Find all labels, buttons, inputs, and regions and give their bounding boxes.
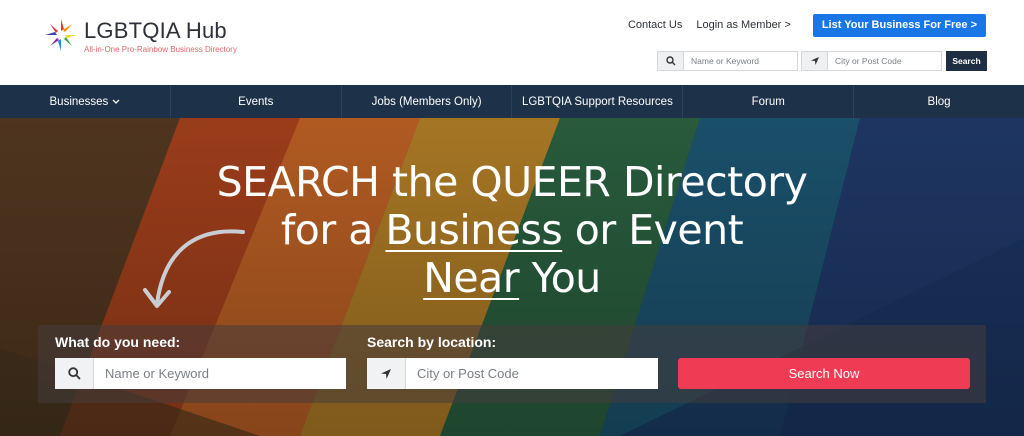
search-icon	[55, 358, 94, 389]
hero-line-2-pre: for a	[280, 206, 386, 254]
nav-businesses-label: Businesses	[49, 95, 109, 108]
header-search: Name or Keyword City or Post Code Search	[657, 51, 987, 71]
logo-tagline: All-in-One Pro-Rainbow Business Director…	[84, 45, 237, 54]
location-arrow-icon	[801, 51, 828, 71]
keyword-field: Name or Keyword	[55, 358, 346, 389]
list-business-button[interactable]: List Your Business For Free >	[812, 13, 986, 37]
header-keyword-input[interactable]: Name or Keyword	[684, 51, 798, 71]
hero-search-panel: What do you need: Search by location: Na…	[38, 325, 986, 403]
curved-arrow-icon	[143, 229, 245, 308]
site-logo[interactable]: LGBTQIA Hub All-in-One Pro-Rainbow Busin…	[44, 16, 254, 56]
nav-jobs[interactable]: Jobs (Members Only)	[342, 85, 513, 118]
what-label: What do you need:	[55, 334, 181, 350]
header-location-input[interactable]: City or Post Code	[828, 51, 942, 71]
location-label: Search by location:	[367, 334, 497, 350]
nav-events[interactable]: Events	[171, 85, 342, 118]
main-nav: Businesses Events Jobs (Members Only) LG…	[0, 85, 1024, 118]
header-search-button[interactable]: Search	[946, 51, 987, 71]
location-input[interactable]: City or Post Code	[406, 358, 658, 389]
hero-line-2-post: or Event	[562, 206, 744, 254]
search-icon	[657, 51, 684, 71]
keyword-input[interactable]: Name or Keyword	[94, 358, 346, 389]
nav-support-resources[interactable]: LGBTQIA Support Resources	[512, 85, 684, 118]
location-field: City or Post Code	[367, 358, 658, 389]
site-header: LGBTQIA Hub All-in-One Pro-Rainbow Busin…	[0, 0, 1024, 85]
logo-title: LGBTQIA Hub	[84, 18, 227, 43]
chevron-down-icon	[112, 99, 120, 104]
hero-banner: SEARCH the QUEER Directory for a Busines…	[0, 118, 1024, 436]
hero-line-1: SEARCH the QUEER Directory	[216, 158, 808, 206]
hero-line-3-post: You	[519, 254, 602, 302]
location-arrow-icon	[367, 358, 406, 389]
hero-line-3-underlined: Near	[423, 254, 520, 302]
rainbow-star-logo-icon	[45, 19, 77, 51]
nav-blog[interactable]: Blog	[854, 85, 1024, 118]
hero-line-2-underlined: Business	[385, 206, 563, 254]
login-member-link[interactable]: Login as Member >	[696, 19, 790, 31]
contact-us-link[interactable]: Contact Us	[628, 19, 682, 31]
header-links: Contact Us Login as Member > List Your B…	[628, 13, 986, 37]
search-now-button[interactable]: Search Now	[678, 358, 970, 389]
nav-forum[interactable]: Forum	[683, 85, 855, 118]
nav-businesses[interactable]: Businesses	[0, 85, 171, 118]
